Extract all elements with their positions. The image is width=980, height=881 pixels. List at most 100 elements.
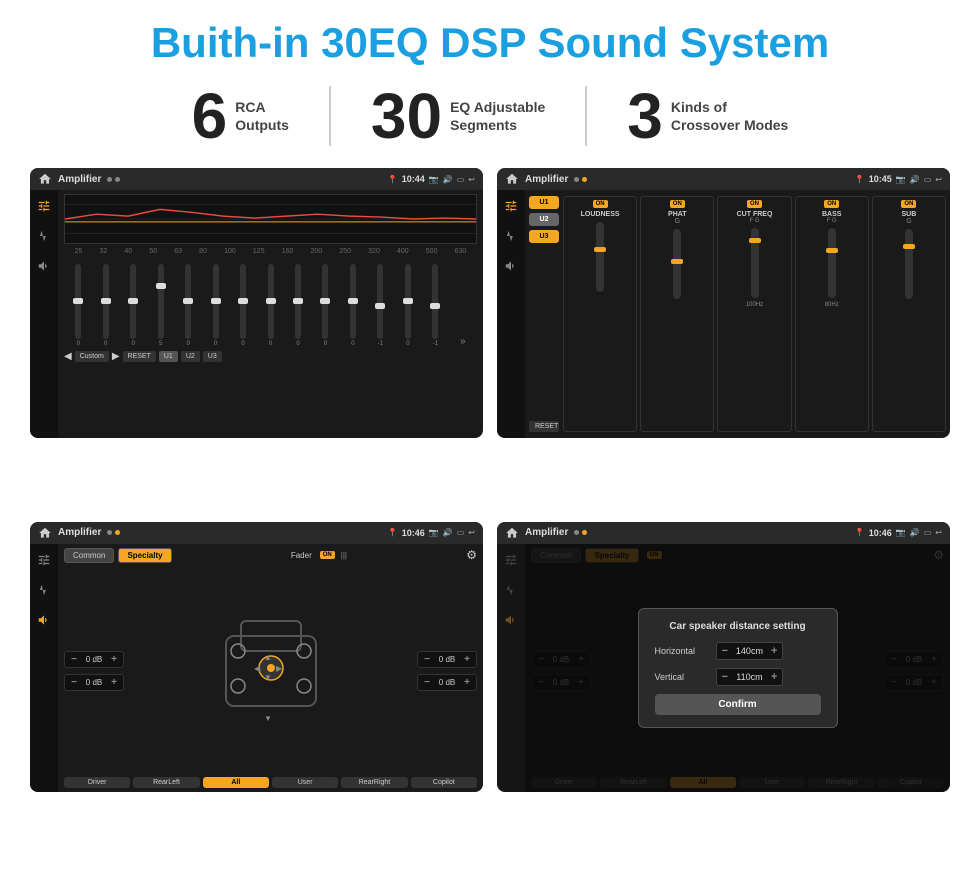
eq-track-3[interactable] [130,264,136,339]
eq-next-btn[interactable]: ▶ [112,351,120,362]
ch-sub-on[interactable]: ON [901,200,916,208]
eq-thumb-12[interactable] [375,303,385,309]
eq-slider-5[interactable]: 0 [176,264,200,347]
ch-loudness-on[interactable]: ON [593,200,608,208]
ch-sub-slider[interactable] [905,229,913,299]
ch-cutfreq-on[interactable]: ON [747,200,762,208]
dialog-horizontal-minus[interactable]: − [722,645,728,657]
u3-btn[interactable]: U3 [529,230,559,243]
db-minus-1[interactable]: − [69,654,79,665]
eq-slider-11[interactable]: 0 [341,264,365,347]
eq-track-4[interactable] [158,264,164,339]
btn-rearright[interactable]: RearRight [341,777,407,788]
ch-loudness-slider[interactable] [596,222,604,292]
fader-speaker-icon[interactable] [36,612,52,628]
db-plus-4[interactable]: + [462,677,472,688]
ch-phat-slider[interactable] [673,229,681,299]
eq-thumb-7[interactable] [238,298,248,304]
ch-loudness-thumb[interactable] [594,247,606,252]
eq-slider-3[interactable]: 0 [121,264,145,347]
db-plus-1[interactable]: + [109,654,119,665]
eq-slider-9[interactable]: 0 [286,264,310,347]
eq-thumb-13[interactable] [403,298,413,304]
btn-all[interactable]: All [203,777,269,788]
eq-track-8[interactable] [268,264,274,339]
eq-slider-1[interactable]: 0 [66,264,90,347]
eq-u2-btn[interactable]: U2 [181,351,200,362]
settings-icon[interactable]: ⚙ [466,548,477,562]
amp-wave-icon[interactable] [503,228,519,244]
eq-custom-btn[interactable]: Custom [75,351,109,362]
eq-track-11[interactable] [350,264,356,339]
btn-rearleft[interactable]: RearLeft [133,777,199,788]
eq-thumb-2[interactable] [101,298,111,304]
eq-thumb-9[interactable] [293,298,303,304]
eq-track-9[interactable] [295,264,301,339]
amp-reset-btn[interactable]: RESET [529,421,559,432]
eq-track-6[interactable] [213,264,219,339]
eq-slider-2[interactable]: 0 [93,264,117,347]
eq-track-5[interactable] [185,264,191,339]
eq-thumb-5[interactable] [183,298,193,304]
eq-u3-btn[interactable]: U3 [203,351,222,362]
eq-thumb-3[interactable] [128,298,138,304]
btn-user[interactable]: User [272,777,338,788]
eq-slider-10[interactable]: 0 [313,264,337,347]
ch-bass-thumb[interactable] [826,248,838,253]
u2-btn[interactable]: U2 [529,213,559,226]
eq-thumb-4[interactable] [156,283,166,289]
amp-speaker-icon[interactable] [503,258,519,274]
amp-filter-icon[interactable] [503,198,519,214]
ch-phat-on[interactable]: ON [670,200,685,208]
eq-thumb-1[interactable] [73,298,83,304]
tab-common[interactable]: Common [64,548,114,563]
eq-track-12[interactable] [377,264,383,339]
fader-filter-icon[interactable] [36,552,52,568]
eq-slider-4[interactable]: 5 [148,264,172,347]
eq-filter-icon[interactable] [36,198,52,214]
dialog-confirm-button[interactable]: Confirm [655,694,821,715]
tab-specialty[interactable]: Specialty [118,548,171,563]
eq-slider-14[interactable]: -1 [423,264,447,347]
eq-slider-expand[interactable]: » [451,336,475,347]
eq-track-10[interactable] [322,264,328,339]
ch-cutfreq-slider[interactable] [751,228,759,298]
db-plus-2[interactable]: + [109,677,119,688]
eq-slider-8[interactable]: 0 [258,264,282,347]
btn-driver[interactable]: Driver [64,777,130,788]
ch-sub-thumb[interactable] [903,244,915,249]
dialog-vertical-minus[interactable]: − [722,671,728,683]
db-minus-3[interactable]: − [422,654,432,665]
eq-reset-btn[interactable]: RESET [123,351,156,362]
u1-btn[interactable]: U1 [529,196,559,209]
btn-copilot[interactable]: Copilot [411,777,477,788]
eq-wave-icon[interactable] [36,228,52,244]
eq-thumb-8[interactable] [266,298,276,304]
db-minus-2[interactable]: − [69,677,79,688]
ch-cutfreq-thumb[interactable] [749,238,761,243]
ch-phat-thumb[interactable] [671,259,683,264]
eq-track-7[interactable] [240,264,246,339]
eq-speaker-icon[interactable] [36,258,52,274]
eq-prev-btn[interactable]: ◀ [64,351,72,362]
ch-bass-on[interactable]: ON [824,200,839,208]
fader-on-badge[interactable]: ON [320,551,335,559]
eq-u1-btn[interactable]: U1 [159,351,178,362]
dialog-vertical-plus[interactable]: + [771,671,777,683]
db-plus-3[interactable]: + [462,654,472,665]
eq-thumb-11[interactable] [348,298,358,304]
ch-bass-slider[interactable] [828,228,836,298]
dialog-horizontal-plus[interactable]: + [771,645,777,657]
db-minus-4[interactable]: − [422,677,432,688]
eq-track-14[interactable] [432,264,438,339]
eq-track-13[interactable] [405,264,411,339]
eq-track-1[interactable] [75,264,81,339]
fader-wave-icon[interactable] [36,582,52,598]
eq-thumb-10[interactable] [320,298,330,304]
eq-slider-7[interactable]: 0 [231,264,255,347]
eq-slider-6[interactable]: 0 [203,264,227,347]
eq-track-2[interactable] [103,264,109,339]
eq-thumb-14[interactable] [430,303,440,309]
eq-slider-12[interactable]: -1 [368,264,392,347]
eq-thumb-6[interactable] [211,298,221,304]
